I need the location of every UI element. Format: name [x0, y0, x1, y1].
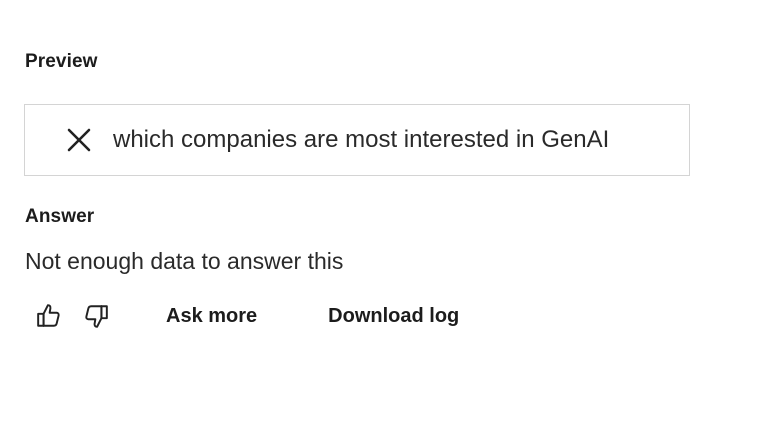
- preview-panel: Preview which companies are most interes…: [0, 0, 768, 429]
- answer-heading: Answer: [25, 206, 95, 227]
- answer-actions: Ask more Download log: [35, 300, 459, 332]
- close-icon: [67, 128, 91, 152]
- answer-text: Not enough data to answer this: [25, 248, 344, 274]
- clear-query-button[interactable]: [64, 125, 94, 155]
- ask-more-button[interactable]: Ask more: [166, 305, 257, 328]
- thumbs-up-button[interactable]: [35, 302, 63, 330]
- query-text: which companies are most interested in G…: [113, 126, 610, 153]
- query-box[interactable]: which companies are most interested in G…: [24, 104, 690, 176]
- thumbs-down-button[interactable]: [82, 302, 110, 330]
- thumbs-up-icon: [37, 304, 60, 327]
- download-log-button[interactable]: Download log: [328, 305, 459, 328]
- thumbs-down-icon: [85, 305, 108, 328]
- preview-heading: Preview: [25, 51, 98, 72]
